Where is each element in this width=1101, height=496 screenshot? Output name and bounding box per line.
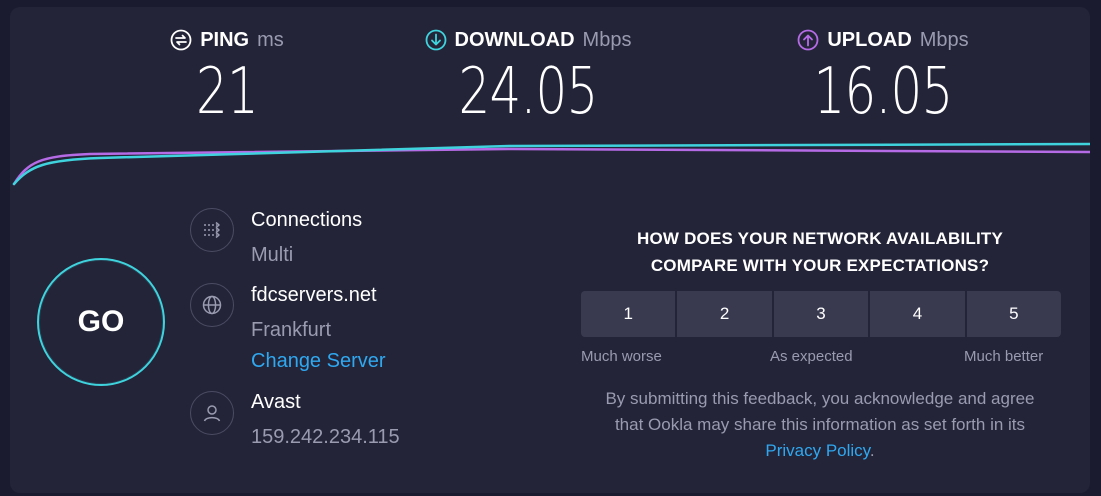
server-host: fdcservers.net (251, 284, 377, 306)
upload-label: UPLOAD (827, 28, 912, 51)
scale-mid-label: As expected (770, 348, 853, 365)
feedback-disclaimer: By submitting this feedback, you acknowl… (590, 386, 1050, 464)
rating-scale: 1 2 3 4 5 (581, 291, 1062, 337)
download-arrow-icon (425, 29, 446, 51)
upload-metric: UPLOAD Mbps 16.05 (773, 27, 993, 129)
survey-question-line-2: COMPARE WITH YOUR EXPECTATIONS? (650, 256, 990, 275)
disclaimer-period: . (869, 441, 875, 460)
download-unit: Mbps (582, 28, 632, 51)
ping-unit: ms (257, 28, 284, 51)
rating-option-5[interactable]: 5 (966, 291, 1062, 337)
scale-high-label: Much better (964, 348, 1044, 365)
rating-option-2[interactable]: 2 (677, 291, 772, 337)
download-value: 24.05 (458, 55, 598, 129)
connections-value: Multi (251, 244, 294, 266)
rating-option-4[interactable]: 4 (870, 291, 965, 337)
provider-ip: 159.242.234.115 (251, 426, 400, 448)
ping-label: PING (200, 28, 250, 51)
connections-title: Connections (251, 209, 363, 231)
download-metric: DOWNLOAD Mbps 24.05 (408, 27, 648, 129)
speedtest-result-panel: PING ms 21 DOWNLOAD Mbps 24.05 UPLOAD Mb… (10, 7, 1090, 493)
scale-low-label: Much worse (581, 348, 662, 365)
survey-question: HOW DOES YOUR NETWORK AVAILABILITY COMPA… (570, 225, 1070, 279)
rating-option-1[interactable]: 1 (581, 291, 676, 337)
provider-name: Avast (251, 391, 301, 413)
ping-value: 21 (196, 55, 259, 129)
ping-icon (170, 29, 192, 51)
download-label: DOWNLOAD (454, 28, 575, 51)
go-button-label: GO (77, 305, 125, 338)
server-location: Frankfurt (251, 319, 332, 341)
speed-graph (12, 142, 1090, 186)
go-button[interactable]: GO (37, 258, 165, 386)
disclaimer-text: By submitting this feedback, you acknowl… (605, 389, 1035, 434)
download-header: DOWNLOAD Mbps (408, 27, 648, 53)
rating-option-3[interactable]: 3 (773, 291, 869, 337)
user-icon (190, 391, 234, 435)
upload-graph-line (12, 147, 1090, 186)
survey-question-line-1: HOW DOES YOUR NETWORK AVAILABILITY (637, 229, 1003, 248)
ping-header: PING ms (152, 27, 302, 53)
globe-icon (190, 283, 234, 327)
connections-icon (190, 208, 234, 252)
ping-metric: PING ms 21 (152, 27, 302, 129)
upload-arrow-icon (797, 29, 819, 51)
upload-header: UPLOAD Mbps (773, 27, 993, 53)
change-server-link[interactable]: Change Server (251, 350, 386, 373)
upload-unit: Mbps (919, 28, 969, 51)
upload-value: 16.05 (813, 55, 953, 129)
privacy-policy-link[interactable]: Privacy Policy (765, 441, 870, 460)
